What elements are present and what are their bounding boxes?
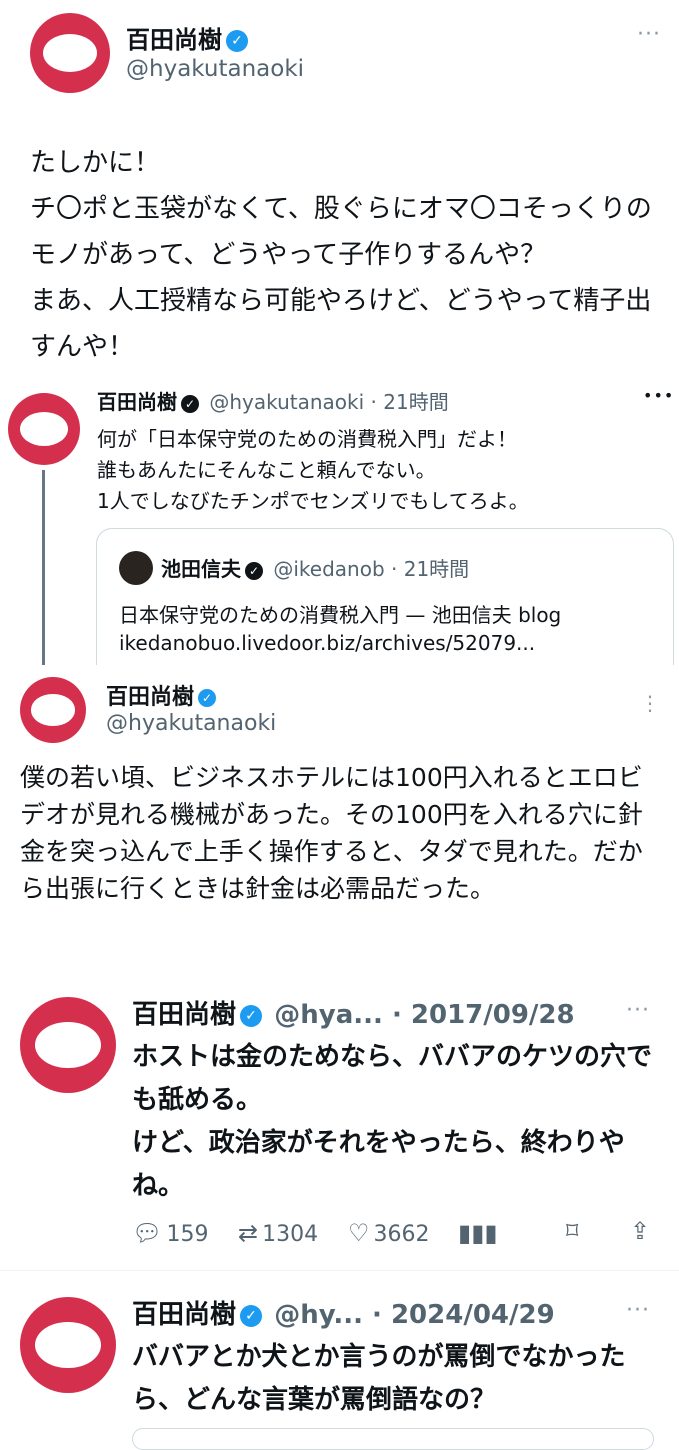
tweet-text: ババアとか犬とか言うのが罵倒でなかったら、どんな言葉が罵倒語なの？ [132, 1342, 626, 1415]
author-name: 池田信夫 [161, 557, 241, 581]
retweet-count: 1304 [262, 1222, 319, 1247]
reply-icon: 💬︎ [132, 1219, 163, 1247]
bookmark-button[interactable]: ⌑ [566, 1217, 582, 1245]
like-count: 3662 [373, 1222, 430, 1247]
author-name[interactable]: 百田尚樹 [126, 26, 222, 54]
divider [0, 1270, 679, 1271]
avatar[interactable] [20, 1297, 116, 1393]
views-icon: ▮▮▮ [458, 1219, 498, 1247]
more-options-icon[interactable]: ··· [637, 22, 661, 47]
author-handle[interactable]: @hyakutanaoki [106, 711, 276, 736]
author-handle[interactable]: @hyakutanaoki [126, 56, 304, 82]
more-options-icon[interactable]: ··· [626, 1298, 650, 1323]
more-options-icon[interactable]: ··· [626, 998, 650, 1023]
views-button[interactable]: ▮▮▮ [458, 1219, 502, 1247]
avatar[interactable] [30, 13, 110, 93]
tweet-2[interactable]: 百田尚樹 ✓ @hyakutanaoki ⋮ 僕の若い頃、ビジネスホテルには100… [0, 665, 679, 965]
author-name[interactable]: 百田尚樹 [132, 1300, 236, 1330]
tweet-text: 僕の若い頃、ビジネスホテルには100円入れるとエロビデオが見れる機械があった。そ… [20, 763, 643, 903]
thread-line [42, 470, 45, 665]
retweet-icon: ⇄ [238, 1219, 259, 1247]
handle-time: @ikedanob · 21時間 [273, 557, 470, 581]
more-options-icon[interactable]: ••• [643, 386, 674, 405]
link-title: 日本保守党のための消費税入門 — 池田信夫 blog [119, 603, 562, 627]
verified-badge-icon: ✓ [240, 1304, 263, 1327]
avatar[interactable] [20, 677, 86, 743]
author-name[interactable]: 百田尚樹 [97, 390, 177, 414]
verified-badge-icon: ✓ [198, 689, 217, 707]
like-icon: ♡ [348, 1219, 370, 1247]
verified-badge-icon: ✓ [240, 1004, 263, 1027]
handle-date[interactable]: @hy... · 2024/04/29 [274, 1300, 554, 1330]
handle-time[interactable]: @hyakutanaoki · 21時間 [209, 390, 448, 414]
verified-badge-icon: ✓ [181, 394, 199, 413]
author-name[interactable]: 百田尚樹 [132, 1000, 236, 1030]
link-url: ikedanobuo.livedoor.biz/archives/52079..… [119, 631, 536, 655]
like-button[interactable]: ♡ 3662 [348, 1219, 430, 1247]
avatar[interactable] [8, 393, 80, 465]
reply-count: 159 [166, 1222, 209, 1247]
handle-date[interactable]: @hya... · 2017/09/28 [274, 1000, 574, 1030]
verified-badge-icon: ✓ [245, 561, 263, 580]
share-icon: ⇪ [630, 1217, 651, 1245]
tweet-text: ホストは金のためなら、ババアのケツの穴でも舐める。 けど、政治家がそれをやったら… [132, 1042, 653, 1201]
tweet-text: 何が「日本保守党のための消費税入門」だよ！ 誰もあんたにそんなこと頼んでない。 … [97, 427, 529, 513]
bookmark-icon: ⌑ [566, 1217, 579, 1245]
reply-button[interactable]: 💬︎ 159 [132, 1219, 208, 1247]
share-button[interactable]: ⇪ [630, 1217, 654, 1245]
retweet-button[interactable]: ⇄ 1304 [238, 1219, 318, 1247]
more-options-icon[interactable]: ⋮ [640, 691, 661, 715]
verified-badge-icon: ✓ [226, 30, 248, 52]
author-name[interactable]: 百田尚樹 [106, 685, 194, 710]
avatar[interactable] [20, 997, 116, 1093]
media-card[interactable] [132, 1428, 654, 1450]
avatar [119, 551, 153, 585]
tweet-text: たしかに！ チ〇ポと玉袋がなくて、股ぐらにオマ〇コそっくりのモノがあって、どうや… [30, 148, 652, 362]
